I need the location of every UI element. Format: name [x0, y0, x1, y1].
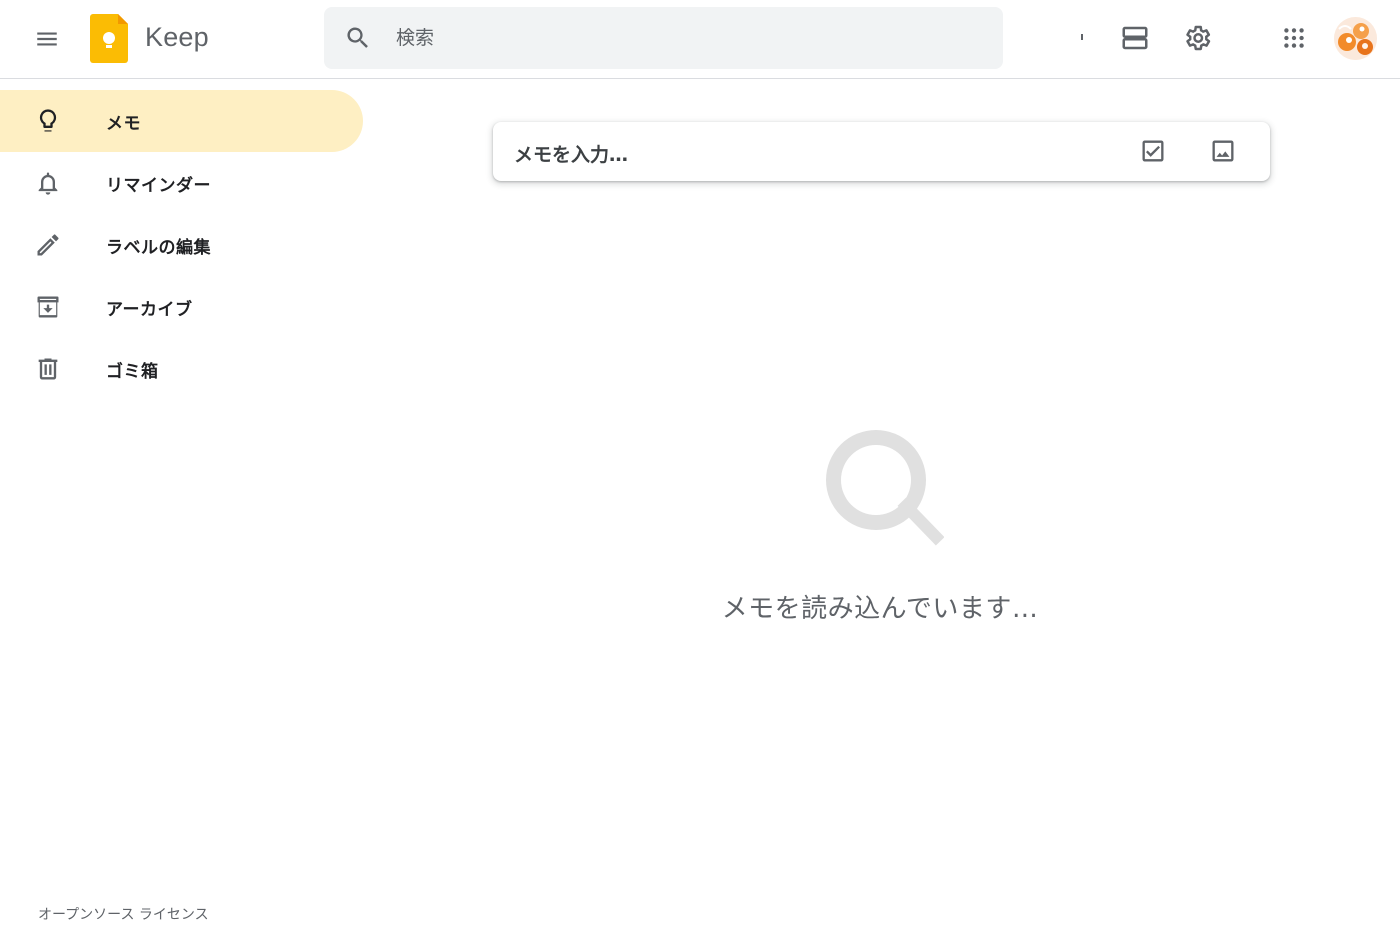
archive-icon [37, 296, 59, 318]
sidebar-item-label: メモ [106, 114, 141, 134]
sidebar: メモ リマインダー ラベルの編集 アーカイブ ゴミ箱 [0, 80, 370, 949]
sync-indicator [1081, 34, 1083, 40]
open-source-license-link[interactable]: オープンソース ライセンス [38, 904, 209, 924]
settings-icon [1186, 25, 1211, 51]
lightbulb-icon [39, 109, 57, 132]
loading-message: メモを読み込んでいます… [721, 594, 1039, 624]
sidebar-item-notes[interactable]: メモ [0, 90, 363, 152]
settings-button[interactable] [1173, 14, 1221, 62]
search-input[interactable] [396, 7, 976, 69]
trash-icon [38, 358, 58, 380]
sidebar-item-label: ラベルの編集 [106, 238, 211, 258]
keep-logo-icon[interactable] [90, 14, 128, 63]
take-note-box[interactable]: メモを入力… [493, 122, 1270, 181]
new-list-button[interactable] [1130, 128, 1176, 174]
menu-icon [37, 32, 57, 46]
sidebar-item-trash[interactable]: ゴミ箱 [0, 338, 363, 400]
account-avatar[interactable] [1334, 17, 1377, 60]
image-icon [1212, 140, 1234, 162]
new-note-with-image-button[interactable] [1200, 128, 1246, 174]
bell-icon [38, 172, 58, 195]
sidebar-item-reminders[interactable]: リマインダー [0, 152, 363, 214]
sidebar-item-label: アーカイブ [106, 300, 193, 320]
checkbox-icon [1142, 140, 1164, 162]
list-view-button[interactable] [1111, 14, 1159, 62]
list-view-icon [1122, 26, 1148, 50]
main-menu-button[interactable] [23, 15, 71, 63]
sidebar-item-label: リマインダー [106, 176, 211, 196]
sidebar-item-archive[interactable]: アーカイブ [0, 276, 363, 338]
apps-icon [1284, 28, 1304, 48]
magnifier-icon [826, 430, 944, 546]
pencil-icon [37, 234, 59, 256]
sidebar-item-label: ゴミ箱 [106, 362, 159, 382]
take-note-placeholder[interactable]: メモを入力… [514, 140, 628, 167]
top-bar: Keep [0, 0, 1400, 79]
sidebar-item-edit-labels[interactable]: ラベルの編集 [0, 214, 363, 276]
search-bar[interactable] [324, 7, 1003, 69]
google-apps-button[interactable] [1270, 14, 1318, 62]
app-name[interactable]: Keep [145, 22, 209, 53]
search-icon[interactable] [344, 24, 372, 52]
